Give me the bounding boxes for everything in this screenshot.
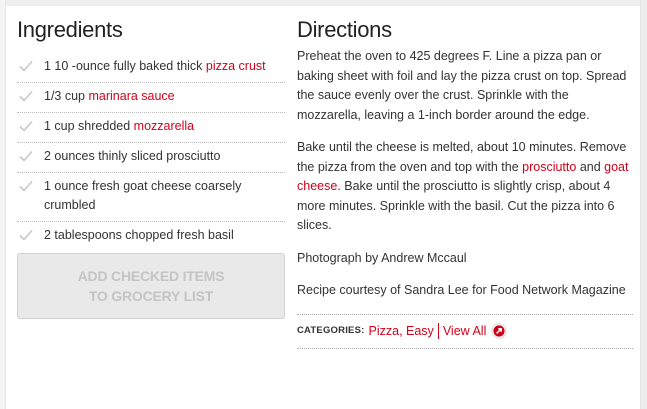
ingredient-item[interactable]: 1 cup shredded mozzarella — [17, 113, 285, 143]
grocery-button-line2: TO GROCERY LIST — [88, 288, 214, 304]
check-outline-icon[interactable] — [19, 229, 33, 241]
photo-credit: Photograph by Andrew Mccaul — [297, 250, 467, 265]
categories-bar: CATEGORIES: Pizza, Easy View All — [297, 313, 633, 349]
categories-label: CATEGORIES: — [297, 325, 365, 336]
check-outline-icon[interactable] — [19, 60, 33, 72]
ingredient-text: 1 ounce fresh goat cheese coarsely crumb… — [44, 179, 242, 212]
check-outline-icon[interactable] — [19, 180, 33, 192]
ingredients-list: 1 10 -ounce fully baked thick pizza crus… — [17, 53, 285, 251]
recipe-credit: Recipe courtesy of Sandra Lee for Food N… — [297, 283, 626, 297]
ingredient-text-part: 1 10 -ounce fully baked thick — [44, 59, 206, 73]
ingredients-section: Ingredients 1 10 -ounce fully baked thic… — [17, 17, 285, 319]
directions-steps: Preheat the oven to 425 degrees F. Line … — [297, 47, 633, 301]
window-top-border — [0, 0, 647, 6]
ingredient-text-part: 1/3 cup — [44, 89, 89, 103]
ingredient-item[interactable]: 1 10 -ounce fully baked thick pizza crus… — [17, 53, 285, 83]
add-to-grocery-list-button[interactable]: ADD CHECKED ITEMS TO GROCERY LIST — [17, 253, 285, 319]
prosciutto-link[interactable]: prosciutto — [522, 160, 576, 174]
direction-step-2: Bake until the cheese is melted, about 1… — [297, 138, 633, 236]
divider — [437, 322, 439, 339]
direction-step-1: Preheat the oven to 425 degrees F. Line … — [297, 49, 627, 122]
category-separator-comma: , — [399, 323, 407, 338]
step2-text-c: . Bake until the prosciutto is slightly … — [297, 179, 615, 232]
category-link-easy[interactable]: Easy — [406, 324, 434, 338]
ingredient-item[interactable]: 1 ounce fresh goat cheese coarsely crumb… — [17, 173, 285, 222]
arrow-circle-icon[interactable] — [491, 322, 508, 339]
check-outline-icon[interactable] — [19, 120, 33, 132]
ingredient-item[interactable]: 1/3 cup marinara sauce — [17, 83, 285, 113]
ingredient-item[interactable]: 2 tablespoons chopped fresh basil — [17, 222, 285, 251]
ingredient-text: 1 cup shredded mozzarella — [44, 117, 281, 136]
ingredient-text-part: 1 cup shredded — [44, 119, 134, 133]
step2-text-b: and — [576, 159, 605, 174]
directions-section: Directions Preheat the oven to 425 degre… — [297, 17, 633, 349]
ingredient-text: 1 10 -ounce fully baked thick pizza crus… — [44, 57, 281, 76]
ingredient-text: 1/3 cup marinara sauce — [44, 87, 281, 106]
view-all-link[interactable]: View All — [443, 324, 487, 338]
grocery-button-line1: ADD CHECKED ITEMS — [77, 268, 225, 284]
window-left-border — [0, 0, 6, 409]
ingredient-link[interactable]: pizza crust — [206, 59, 266, 73]
scrollbar-track[interactable] — [640, 0, 647, 409]
ingredients-title: Ingredients — [17, 17, 123, 42]
ingredient-link[interactable]: marinara sauce — [88, 89, 174, 103]
directions-title: Directions — [297, 17, 392, 42]
category-link-pizza[interactable]: Pizza — [368, 324, 399, 338]
ingredient-link[interactable]: mozzarella — [134, 119, 194, 133]
ingredient-text: 2 tablespoons chopped fresh basil — [44, 228, 234, 242]
ingredient-item[interactable]: 2 ounces thinly sliced prosciutto — [17, 143, 285, 173]
ingredient-text: 2 ounces thinly sliced prosciutto — [44, 149, 221, 163]
check-outline-icon[interactable] — [19, 150, 33, 162]
check-outline-icon[interactable] — [19, 90, 33, 102]
